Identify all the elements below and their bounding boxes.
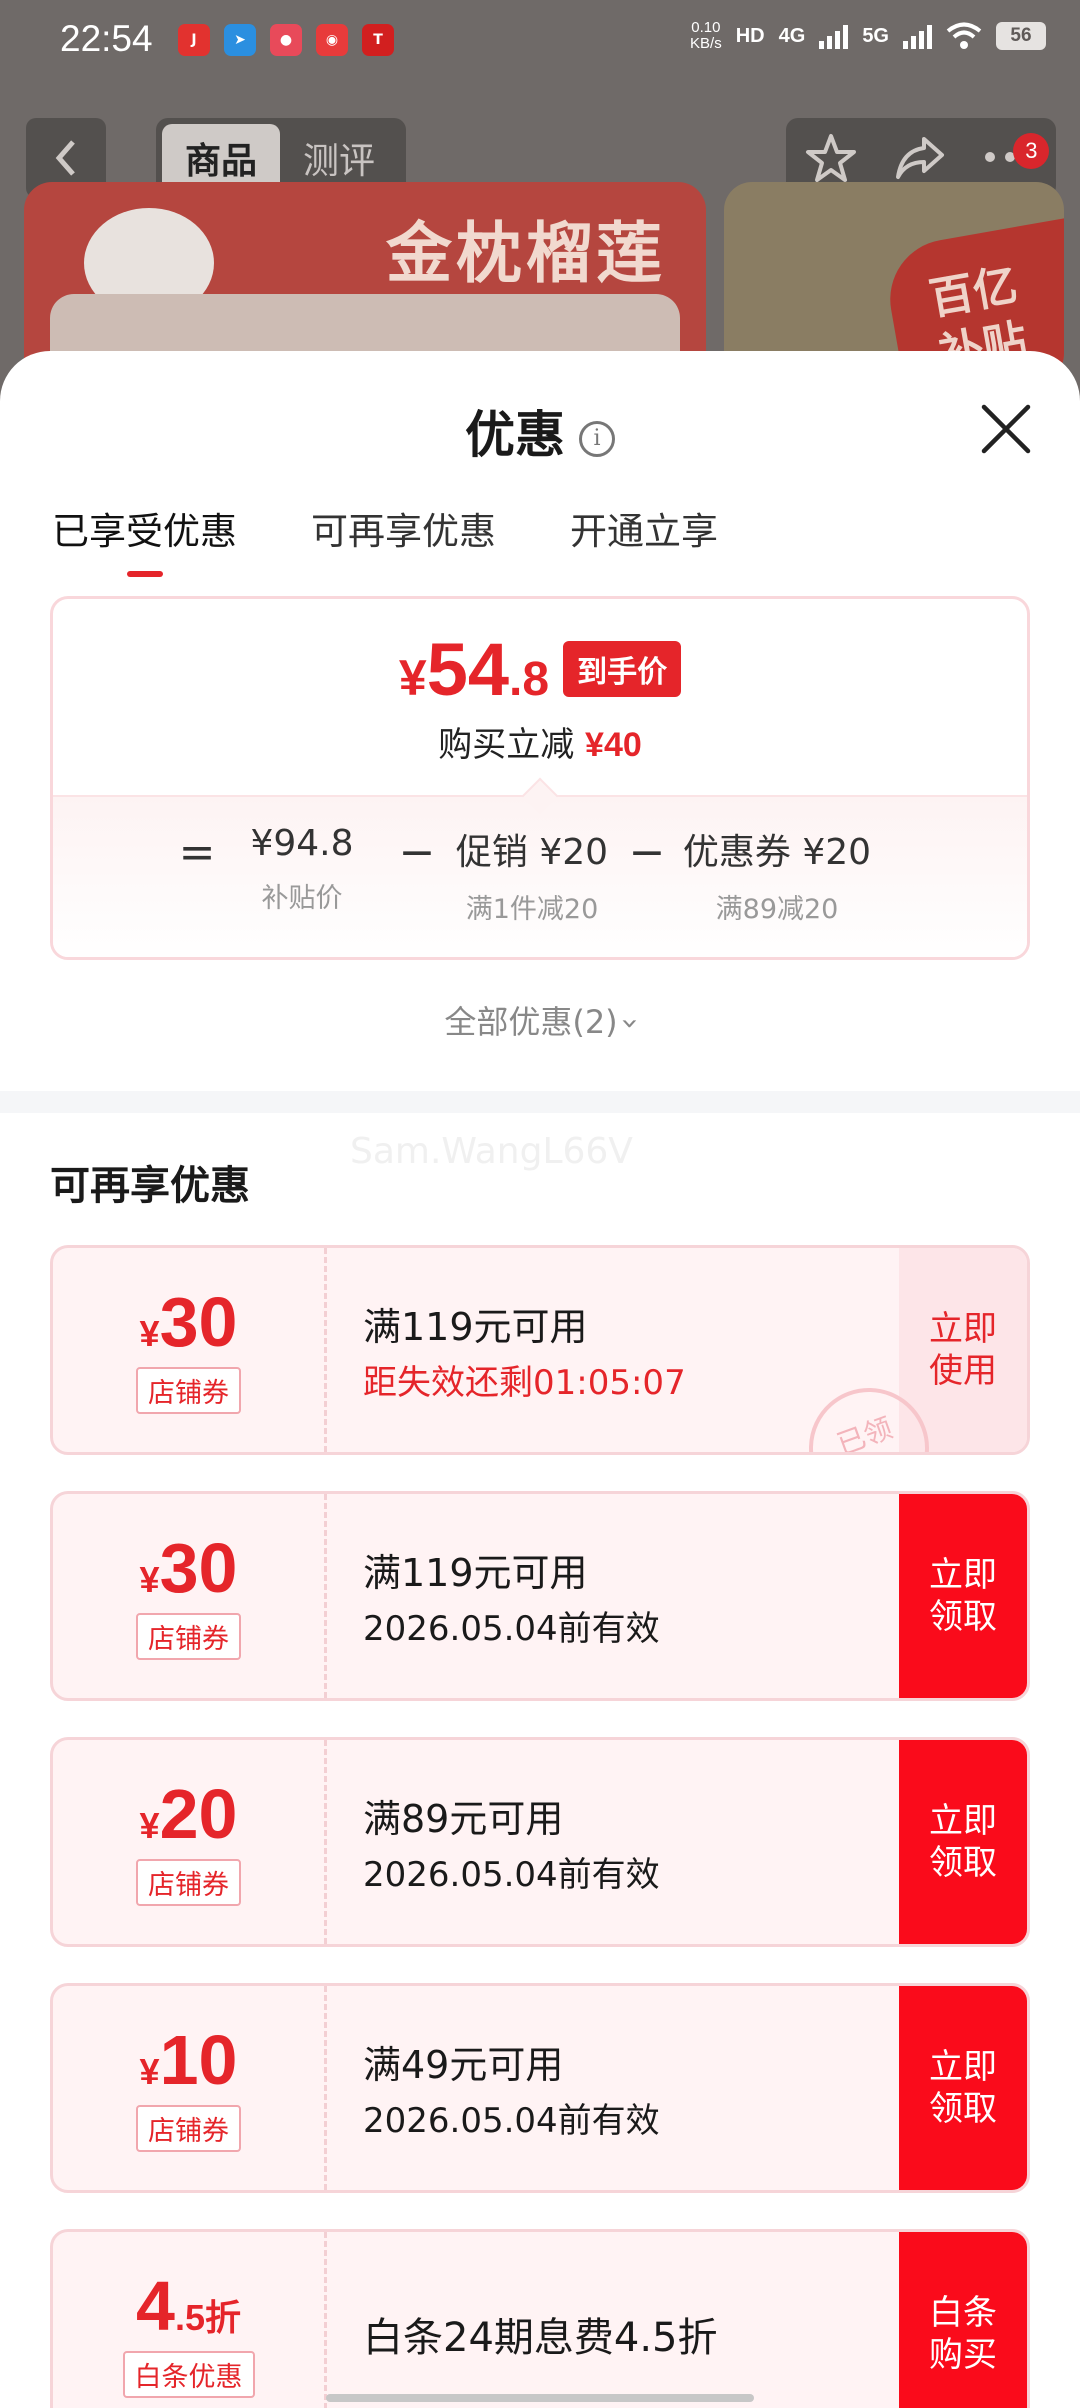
coupon-type-tag: 店铺券 — [136, 2104, 241, 2152]
price-breakdown: = ¥94.8 补贴价 − 促销 ¥20 满1件减20 − 优惠券 ¥20 满8… — [53, 777, 1027, 957]
section-divider — [0, 1091, 1080, 1113]
star-icon[interactable] — [805, 133, 857, 183]
discount-rate: 4.5折 — [136, 2266, 241, 2345]
coupon-condition: 满119元可用 — [363, 1305, 588, 1349]
coupon-card: ¥30 店铺券 满119元可用 2026.05.04前有效 立即 领取 — [50, 1491, 1030, 1701]
notification-badge: 3 — [1013, 132, 1050, 169]
tmall-icon: T — [362, 24, 394, 56]
coupon-type-tag: 店铺券 — [136, 1612, 241, 1660]
claim-now-button[interactable]: 立即 领取 — [899, 1740, 1027, 1944]
share-icon[interactable] — [894, 135, 946, 181]
signal-4g-label: 4G — [778, 24, 806, 47]
tab-activate-promos[interactable]: 开通立享 — [570, 501, 718, 571]
home-indicator[interactable] — [326, 2394, 754, 2402]
coupon-card: ¥10 店铺券 满49元可用 2026.05.04前有效 立即 领取 — [50, 1983, 1030, 2193]
app-icon: ● — [270, 24, 302, 56]
signal-bars-icon — [819, 23, 849, 49]
coupon-condition: 满89元可用 — [363, 1797, 564, 1841]
coupon-condition: 白条24期息费4.5折 — [363, 2315, 718, 2361]
coupon-type-tag: 店铺券 — [136, 1366, 241, 1414]
all-promos-toggle[interactable]: 全部优惠(2)› — [0, 997, 1080, 1043]
final-price-tag: 到手价 — [563, 641, 682, 697]
watermark: Sam.WangL66V — [350, 1131, 633, 1172]
status-indicators: 0.10 KB/s HD 4G 5G 56 — [690, 20, 1046, 52]
coupon-validity: 2026.05.04前有效 — [363, 2101, 660, 2141]
claim-now-button[interactable]: 立即 领取 — [899, 1986, 1027, 2190]
wifi-icon — [946, 22, 982, 49]
coupon-condition: 满119元可用 — [363, 1551, 588, 1595]
network-speed: 0.10 KB/s — [690, 19, 722, 52]
signal-5g-label: 5G — [862, 24, 889, 47]
jd-app-icon: J — [178, 24, 210, 56]
price-summary-card: ¥54.8 到手价 购买立减 ¥40 = ¥94.8 补贴价 − 促销 ¥20 … — [50, 596, 1030, 960]
claim-now-button[interactable]: 立即 领取 — [899, 1494, 1027, 1698]
coupon-term: 优惠券 ¥20 满89减20 — [682, 832, 872, 925]
status-time: 22:54 — [60, 18, 153, 59]
sheet-title: 优惠 i — [0, 395, 1080, 467]
coupon-condition: 满49元可用 — [363, 2043, 564, 2087]
coupon-card: ¥20 店铺券 满89元可用 2026.05.04前有效 立即 领取 — [50, 1737, 1030, 1947]
coupon-validity: 2026.05.04前有效 — [363, 1609, 660, 1649]
info-icon[interactable]: i — [579, 420, 615, 457]
coupon-card: ¥30 店铺券 满119元可用 距失效还剩01:05:07 已领 立即 使用 — [50, 1245, 1030, 1455]
minus-sign: − — [628, 827, 666, 878]
app-icon: ◉ — [316, 24, 348, 56]
minus-sign: − — [398, 827, 436, 878]
banner-title: 金枕榴莲 — [386, 215, 666, 292]
promo-tabs: 已享受优惠 可再享优惠 开通立享 — [52, 501, 718, 577]
purchase-reduction: 购买立减 ¥40 — [438, 725, 642, 765]
more-button[interactable]: 3 — [983, 132, 1050, 169]
coupon-amount: ¥20 — [139, 1774, 238, 1853]
baitiao-buy-button[interactable]: 白条 购买 — [899, 2232, 1027, 2408]
coupon-type-tag: 白条优惠 — [122, 2350, 255, 2398]
equals-sign: = — [178, 827, 216, 878]
status-bar: 22:54 J ➤ ● ◉ T 0.10 KB/s HD 4G 5G 56 — [0, 0, 1080, 84]
promotions-sheet: 优惠 i 已享受优惠 可再享优惠 开通立享 ¥54.8 到手价 购买立减 ¥40 … — [0, 351, 1080, 2408]
chevron-left-icon — [55, 140, 75, 176]
subsidy-price-term: ¥94.8 补贴价 — [250, 823, 354, 914]
coupon-amount: ¥30 — [139, 1282, 238, 1361]
coupon-type-tag: 店铺券 — [136, 1858, 241, 1906]
sheet-header: 优惠 i — [0, 351, 1080, 501]
status-app-icons: J ➤ ● ◉ T — [178, 24, 394, 56]
coupon-countdown: 距失效还剩01:05:07 — [363, 1363, 686, 1403]
battery-icon: 56 — [996, 22, 1046, 50]
promo-term: 促销 ¥20 满1件减20 — [455, 832, 609, 925]
chevron-down-icon: › — [612, 1017, 648, 1030]
tab-enjoyed-promos[interactable]: 已享受优惠 — [52, 501, 237, 577]
coupon-amount: ¥30 — [139, 1528, 238, 1607]
coupon-validity: 2026.05.04前有效 — [363, 1855, 660, 1895]
baitiao-coupon-card: 4.5折 白条优惠 白条24期息费4.5折 白条 购买 — [50, 2229, 1030, 2408]
tab-more-promos[interactable]: 可再享优惠 — [311, 501, 496, 571]
hd-indicator: HD — [735, 24, 765, 47]
coupon-list: ¥30 店铺券 满119元可用 距失效还剩01:05:07 已领 立即 使用 ¥… — [50, 1245, 1030, 2408]
close-icon[interactable] — [978, 401, 1034, 457]
final-price: ¥54.8 — [398, 628, 550, 711]
signal-bars-icon — [903, 23, 932, 49]
section-title: 可再享优惠 — [50, 1163, 250, 1209]
coupon-amount: ¥10 — [139, 2020, 238, 2099]
telegram-icon: ➤ — [224, 24, 256, 56]
